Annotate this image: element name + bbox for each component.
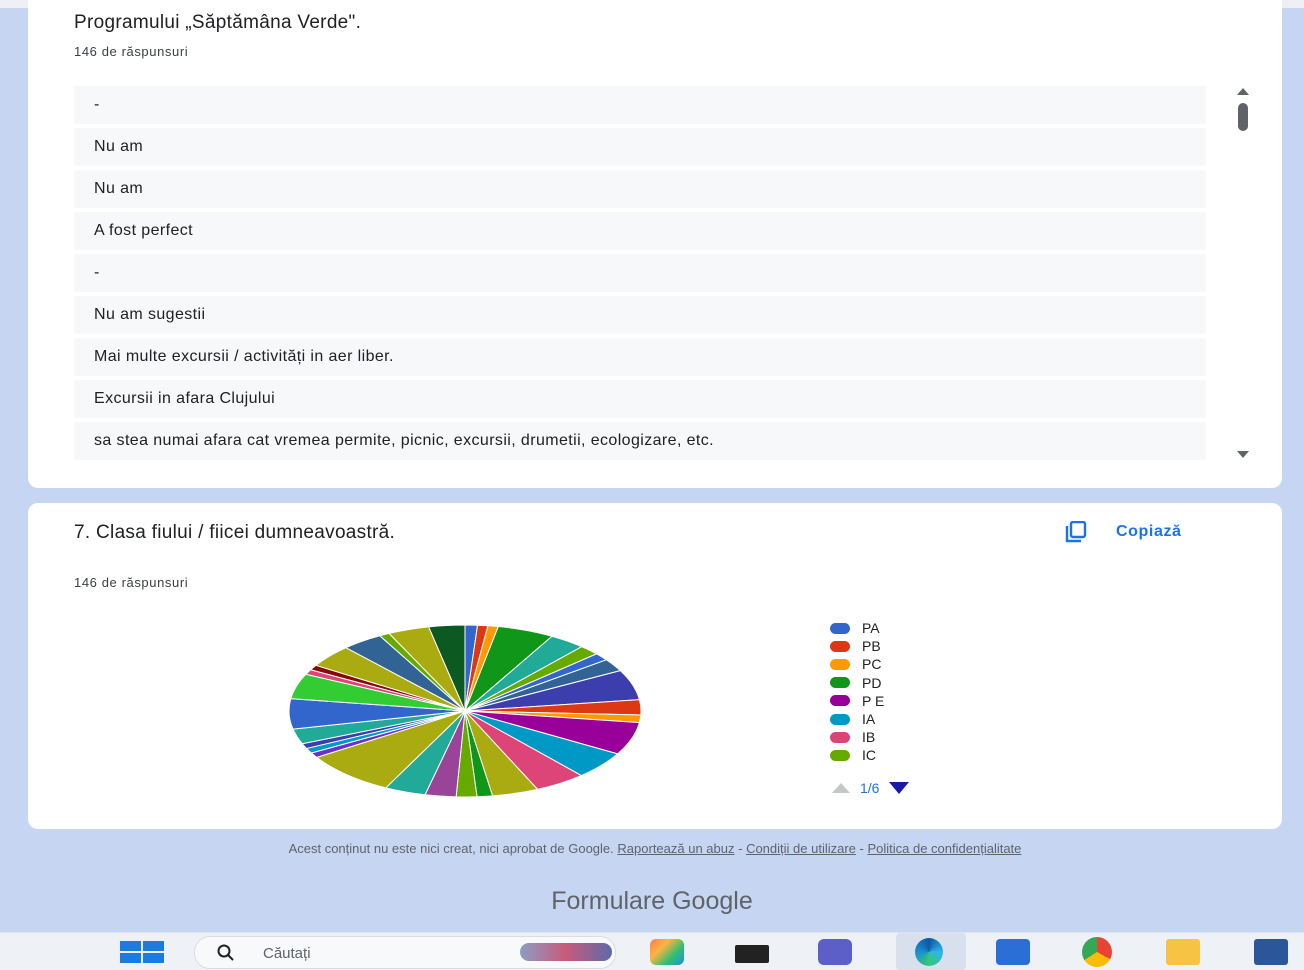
scroll-thumb[interactable] bbox=[1238, 103, 1248, 131]
answer-item: Nu am sugestii bbox=[74, 296, 1206, 334]
answer-item: Mai multe excursii / activități in aer l… bbox=[74, 338, 1206, 376]
legend-label: IB bbox=[862, 729, 876, 746]
legend-dot bbox=[830, 731, 850, 743]
copy-icon bbox=[1065, 521, 1087, 543]
answer-item: sa stea numai afara cat vremea permite, … bbox=[74, 422, 1206, 460]
answer-item: - bbox=[74, 86, 1206, 124]
legend-item: PC bbox=[830, 655, 884, 673]
teams-icon[interactable] bbox=[818, 939, 852, 965]
windows-start-icon[interactable] bbox=[120, 941, 164, 963]
widgets-icon[interactable] bbox=[520, 943, 612, 961]
separator: - bbox=[734, 841, 747, 856]
question-7-title: 7. Clasa fiului / fiicei dumneavoastră. bbox=[74, 522, 396, 543]
legend-label: PC bbox=[862, 656, 882, 673]
search-placeholder: Căutați bbox=[263, 945, 311, 962]
separator: - bbox=[855, 841, 868, 856]
question-7-response-count: 146 de răspunsuri bbox=[74, 575, 189, 590]
footer-disclaimer: Acest conținut nu este nici creat, nici … bbox=[70, 842, 1240, 856]
question-6-card: Programului „Săptămâna Verde". 146 de ră… bbox=[28, 0, 1282, 488]
copilot-icon[interactable] bbox=[650, 939, 684, 965]
scroll-up-arrow-icon[interactable] bbox=[1237, 88, 1249, 95]
legend-item: PB bbox=[830, 637, 884, 655]
legend-label: IC bbox=[862, 747, 876, 764]
legend-next-page-icon[interactable] bbox=[889, 782, 910, 794]
legend-label: PB bbox=[862, 638, 881, 655]
report-abuse-link[interactable]: Raportează un abuz bbox=[617, 841, 734, 856]
answers-list[interactable]: - Nu am Nu am A fost perfect - Nu am sug… bbox=[74, 86, 1206, 464]
pie-chart bbox=[288, 624, 642, 798]
legend-item: IA bbox=[830, 710, 884, 728]
question-6-response-count: 146 de răspunsuri bbox=[74, 44, 189, 59]
question-7-card: 7. Clasa fiului / fiicei dumneavoastră. … bbox=[28, 503, 1282, 829]
legend-label: IA bbox=[862, 711, 876, 728]
privacy-link[interactable]: Politica de confidențialitate bbox=[867, 841, 1021, 856]
legend-dot bbox=[830, 658, 850, 670]
answer-item: - bbox=[74, 254, 1206, 292]
legend-dot bbox=[830, 622, 850, 634]
legend-dot bbox=[830, 749, 850, 761]
question-6-title: Programului „Săptămâna Verde". bbox=[74, 12, 362, 33]
legend-dot bbox=[830, 677, 850, 689]
edge-logo bbox=[915, 938, 943, 966]
legend-label: PD bbox=[862, 674, 882, 691]
legend-item: PA bbox=[830, 619, 884, 637]
answers-scrollbar[interactable] bbox=[1236, 88, 1250, 458]
word-icon[interactable] bbox=[1254, 939, 1288, 965]
answer-item: A fost perfect bbox=[74, 212, 1206, 250]
legend-dot bbox=[830, 640, 850, 652]
copy-chart-button[interactable]: Copiază bbox=[1062, 521, 1182, 543]
legend-item: PD bbox=[830, 674, 884, 692]
disclaimer-text: Acest conținut nu este nici creat, nici … bbox=[288, 841, 614, 856]
search-icon bbox=[217, 944, 234, 961]
legend-page-indicator: 1/6 bbox=[860, 780, 880, 796]
legend-dot bbox=[830, 713, 850, 725]
legend-item: IB bbox=[830, 728, 884, 746]
google-forms-brand[interactable]: Formulare Google bbox=[0, 887, 1304, 916]
legend-item: P E bbox=[830, 692, 884, 710]
legend-label: PA bbox=[862, 620, 880, 637]
legend-dot bbox=[830, 695, 850, 707]
store-icon[interactable] bbox=[996, 939, 1030, 965]
legend-prev-page-icon[interactable] bbox=[832, 783, 850, 793]
legend-item: IC bbox=[830, 746, 884, 764]
legend-label: P E bbox=[862, 692, 885, 709]
chart-legend: PA PB PC PD P E IA IB IC bbox=[830, 619, 884, 765]
scroll-down-arrow-icon[interactable] bbox=[1237, 451, 1249, 458]
chrome-icon[interactable] bbox=[1082, 937, 1112, 967]
legend-pager: 1/6 bbox=[832, 780, 910, 796]
answer-item: Nu am bbox=[74, 128, 1206, 166]
task-view-icon[interactable] bbox=[735, 945, 769, 963]
terms-link[interactable]: Condiții de utilizare bbox=[746, 841, 856, 856]
answer-item: Excursii in afara Clujului bbox=[74, 380, 1206, 418]
answer-item: Nu am bbox=[74, 170, 1206, 208]
file-explorer-icon[interactable] bbox=[1166, 939, 1200, 965]
taskbar: Căutați bbox=[0, 932, 1304, 970]
copy-label: Copiază bbox=[1116, 523, 1182, 540]
